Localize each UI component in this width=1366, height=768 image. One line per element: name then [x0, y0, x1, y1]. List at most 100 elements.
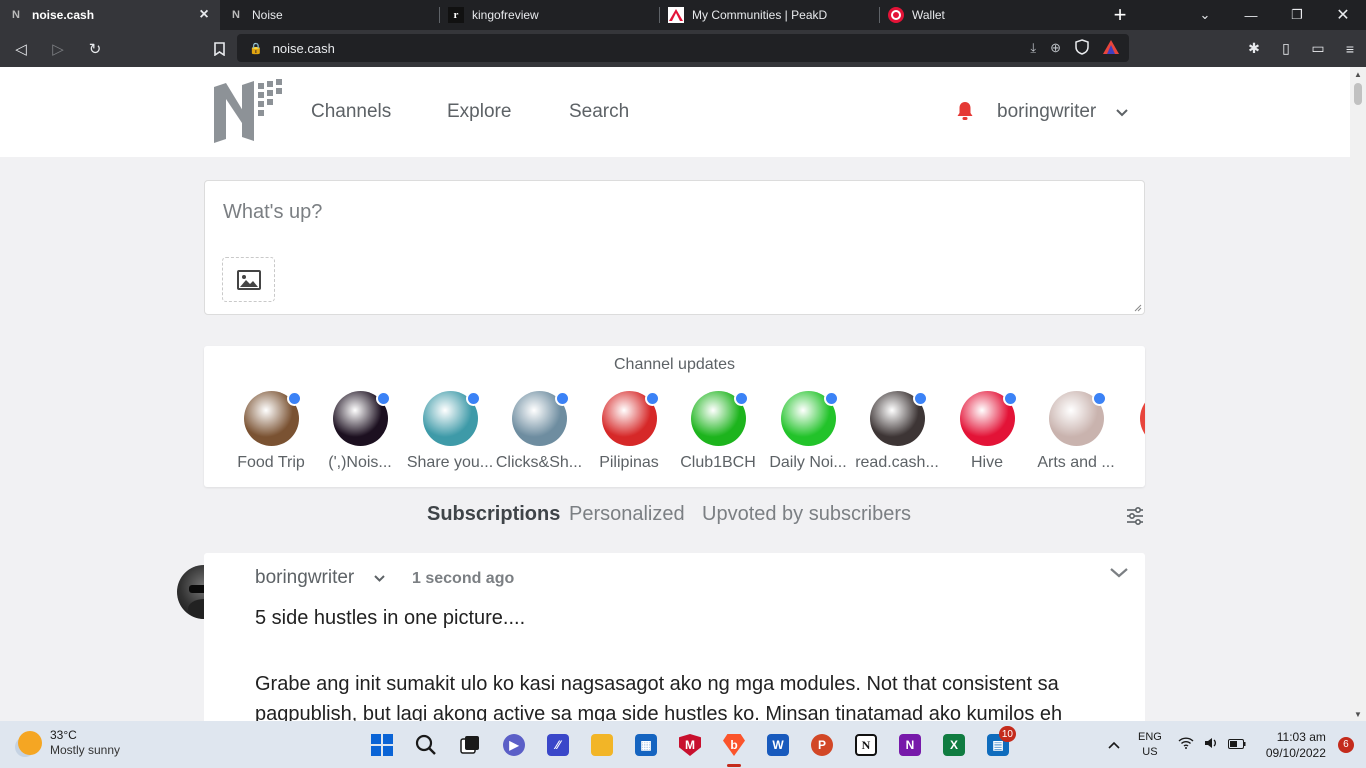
- tab-noise-cash[interactable]: N noise.cash ×: [0, 0, 220, 30]
- nav-explore[interactable]: Explore: [447, 101, 511, 123]
- new-update-dot: [733, 391, 749, 406]
- file-explorer-button[interactable]: [580, 729, 624, 761]
- channel-item[interactable]: Daily Noi...: [763, 391, 853, 472]
- channel-avatar: [243, 391, 302, 446]
- tab-personalized[interactable]: Personalized: [569, 503, 685, 526]
- onenote-icon: N: [899, 734, 921, 756]
- resize-grip-icon[interactable]: [1132, 302, 1142, 312]
- brave-shield-icon[interactable]: [1075, 38, 1089, 58]
- scroll-down-icon[interactable]: ▼: [1354, 710, 1362, 719]
- user-menu-name[interactable]: boringwriter: [997, 101, 1096, 123]
- volume-icon[interactable]: [1204, 737, 1218, 752]
- channel-name: Daily Noi...: [769, 454, 847, 471]
- brave-browser-button[interactable]: b: [712, 729, 756, 767]
- scroll-up-icon[interactable]: ▲: [1354, 70, 1362, 79]
- store-badge: 10: [998, 726, 1016, 742]
- minimize-icon[interactable]: —: [1228, 0, 1274, 30]
- math-app-icon: ⁄⁄: [547, 734, 569, 756]
- tab-search-icon[interactable]: ⌄: [1182, 0, 1228, 30]
- nav-channels[interactable]: Channels: [311, 101, 391, 123]
- app-button-m[interactable]: ⁄⁄: [536, 729, 580, 761]
- word-button[interactable]: W: [756, 729, 800, 761]
- close-tab-icon[interactable]: ×: [196, 6, 212, 24]
- address-bar[interactable]: 🔒 noise.cash ⤓ ⊕: [237, 34, 1129, 62]
- onenote-button[interactable]: N: [888, 729, 932, 761]
- clock-time: 11:03 am: [1276, 729, 1326, 744]
- noise-cash-logo[interactable]: [212, 79, 284, 147]
- tab-upvoted-by-subscribers[interactable]: Upvoted by subscribers: [702, 503, 911, 526]
- scrollbar-thumb[interactable]: [1354, 83, 1362, 105]
- site-header: Channels Explore Search boringwriter: [0, 67, 1350, 157]
- battery-icon[interactable]: [1227, 737, 1246, 752]
- tab-noise[interactable]: N Noise: [220, 0, 440, 30]
- channel-item[interactable]: Hive: [942, 391, 1032, 472]
- filter-sliders-icon[interactable]: [1126, 507, 1144, 525]
- chevron-down-icon[interactable]: [1116, 105, 1128, 120]
- wallet-icon[interactable]: ▭: [1302, 40, 1334, 57]
- page-scrollbar[interactable]: ▲ ▼: [1350, 67, 1366, 721]
- powerpoint-button[interactable]: P: [800, 729, 844, 761]
- language-indicator[interactable]: ENG US: [1138, 730, 1162, 760]
- hive-wallet-icon: [888, 7, 904, 23]
- post-composer[interactable]: What's up?: [204, 180, 1145, 315]
- new-update-dot: [1091, 391, 1107, 406]
- store-button[interactable]: ▦: [624, 729, 668, 761]
- wifi-icon[interactable]: [1178, 737, 1194, 752]
- new-update-dot: [912, 391, 928, 406]
- channel-item[interactable]: Arts and ...: [1031, 391, 1121, 472]
- search-button[interactable]: [404, 729, 448, 761]
- reload-icon[interactable]: ↻: [79, 33, 111, 65]
- notification-badge[interactable]: 6: [1337, 736, 1354, 753]
- store-updates-button[interactable]: ▤ 10: [976, 726, 1020, 761]
- chevron-down-icon[interactable]: [374, 571, 385, 585]
- channel-item-partial[interactable]: [1140, 391, 1145, 446]
- menu-icon[interactable]: ≡: [1334, 41, 1366, 57]
- page-viewport: Channels Explore Search boringwriter Wha…: [0, 67, 1350, 721]
- bell-icon[interactable]: [956, 101, 974, 121]
- back-icon[interactable]: ◁: [5, 33, 37, 65]
- new-update-dot: [644, 391, 660, 406]
- channel-item[interactable]: (',)Nois...: [315, 391, 405, 472]
- composer-placeholder: What's up?: [223, 201, 323, 223]
- chevron-up-icon[interactable]: [1108, 738, 1120, 752]
- channel-item[interactable]: Share you...: [405, 391, 495, 472]
- restore-icon[interactable]: ❐: [1274, 0, 1320, 30]
- brave-icon: b: [723, 734, 745, 756]
- tab-subscriptions[interactable]: Subscriptions: [427, 503, 560, 526]
- windows-taskbar: 33°C Mostly sunny ▶ ⁄⁄ ▦ M b W P N N X ▤…: [0, 721, 1366, 768]
- add-image-button[interactable]: [222, 257, 275, 302]
- tab-peakd[interactable]: My Communities | PeakD: [660, 0, 880, 30]
- powerpoint-icon: P: [811, 734, 833, 756]
- weather-widget[interactable]: 33°C Mostly sunny: [18, 728, 120, 758]
- task-view-button[interactable]: [448, 729, 492, 761]
- nav-search[interactable]: Search: [569, 101, 629, 123]
- channel-item[interactable]: Food Trip: [226, 391, 316, 472]
- forward-icon[interactable]: ▷: [42, 33, 74, 65]
- brave-rewards-icon[interactable]: [1103, 39, 1119, 57]
- bookmark-icon[interactable]: [203, 33, 235, 65]
- channel-item[interactable]: read.cash...: [852, 391, 942, 472]
- start-button[interactable]: [360, 729, 404, 761]
- channel-item[interactable]: Club1BCH: [673, 391, 763, 472]
- post-author[interactable]: boringwriter: [255, 567, 354, 589]
- teams-chat-button[interactable]: ▶: [492, 729, 536, 761]
- system-tray: ENG US 11:03 am 09/10/2022 6: [1108, 721, 1354, 768]
- post-options-chevron-icon[interactable]: [1110, 565, 1128, 583]
- notion-button[interactable]: N: [844, 729, 888, 761]
- post-timestamp[interactable]: 1 second ago: [412, 570, 514, 588]
- clock[interactable]: 11:03 am 09/10/2022: [1266, 729, 1326, 761]
- extensions-icon[interactable]: ✱: [1238, 40, 1270, 57]
- new-tab-button[interactable]: +: [1100, 0, 1140, 30]
- peakd-icon: [668, 7, 684, 23]
- mcafee-button[interactable]: M: [668, 729, 712, 761]
- channel-avatar: [690, 391, 749, 446]
- sidebar-icon[interactable]: ▯: [1270, 40, 1302, 57]
- channel-item[interactable]: Clicks&Sh...: [494, 391, 584, 472]
- excel-button[interactable]: X: [932, 729, 976, 761]
- channel-item[interactable]: Pilipinas: [584, 391, 674, 472]
- close-window-icon[interactable]: ✕: [1320, 0, 1366, 30]
- zoom-icon[interactable]: ⊕: [1050, 40, 1061, 56]
- tab-kingofreview[interactable]: r kingofreview: [440, 0, 660, 30]
- tab-wallet[interactable]: Wallet: [880, 0, 1100, 30]
- install-icon[interactable]: ⤓: [1030, 40, 1036, 56]
